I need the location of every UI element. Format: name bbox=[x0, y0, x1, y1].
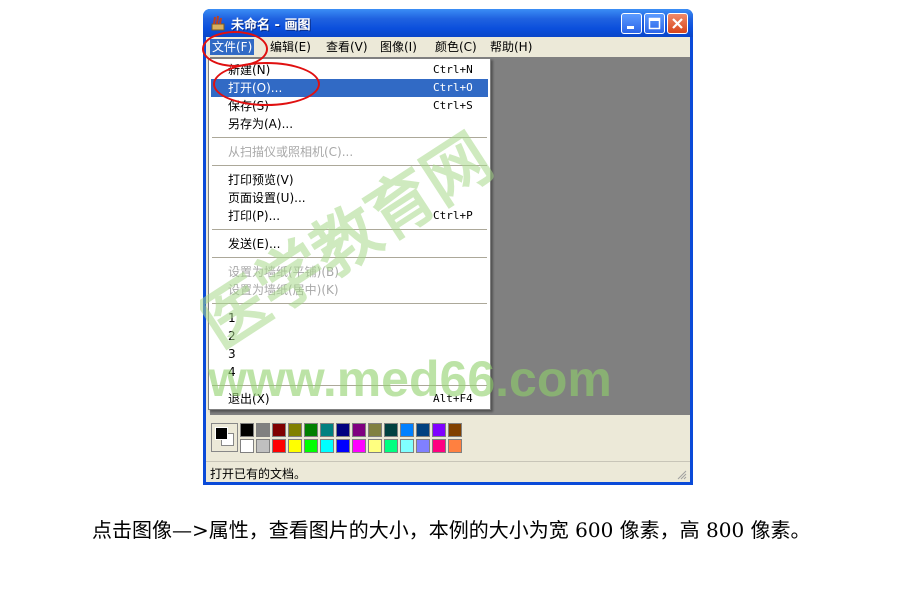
menu-item-exit[interactable]: 退出(X) Alt+F4 bbox=[211, 390, 488, 408]
menu-separator bbox=[212, 257, 487, 258]
menu-item-wallpaper-tile: 设置为墙纸(平铺)(B) bbox=[228, 265, 339, 279]
status-text: 打开已有的文档。 bbox=[210, 467, 307, 481]
menu-item-send[interactable]: 发送(E)... bbox=[211, 235, 488, 253]
maximize-button[interactable] bbox=[644, 13, 665, 34]
menu-separator bbox=[212, 303, 487, 304]
maximize-icon bbox=[648, 17, 661, 30]
caption-text: 点击图像—>属性，查看图片的大小，本例的大小为宽 600 像素，高 800 像素… bbox=[92, 518, 811, 542]
menu-colors[interactable]: 颜色(C) bbox=[433, 39, 479, 55]
close-button[interactable] bbox=[667, 13, 688, 34]
color-swatch[interactable] bbox=[384, 423, 398, 437]
annotation-circle-open-item bbox=[213, 62, 320, 106]
color-swatch[interactable] bbox=[352, 423, 366, 437]
resize-grip-icon[interactable] bbox=[675, 468, 687, 480]
current-colors[interactable] bbox=[211, 423, 238, 452]
color-swatch[interactable] bbox=[368, 423, 382, 437]
color-swatch[interactable] bbox=[416, 423, 430, 437]
color-swatch[interactable] bbox=[288, 439, 302, 453]
menu-separator bbox=[212, 229, 487, 230]
menu-item-print[interactable]: 打印(P)... Ctrl+P bbox=[211, 207, 488, 225]
color-swatch[interactable] bbox=[368, 439, 382, 453]
menu-separator bbox=[212, 165, 487, 166]
color-swatch[interactable] bbox=[384, 439, 398, 453]
menu-bar: 文件(F) 编辑(E) 查看(V) 图像(I) 颜色(C) 帮助(H) bbox=[206, 37, 690, 57]
menu-edit[interactable]: 编辑(E) bbox=[268, 39, 313, 55]
color-swatch[interactable] bbox=[336, 423, 350, 437]
color-swatch[interactable] bbox=[400, 439, 414, 453]
color-swatch[interactable] bbox=[272, 439, 286, 453]
color-swatch[interactable] bbox=[256, 439, 270, 453]
title-bar[interactable]: 未命名 - 画图 bbox=[203, 9, 693, 37]
menu-image[interactable]: 图像(I) bbox=[378, 39, 419, 55]
menu-item-page-setup[interactable]: 页面设置(U)... bbox=[211, 189, 488, 207]
menu-separator bbox=[212, 385, 487, 386]
minimize-icon bbox=[627, 26, 634, 29]
color-swatch[interactable] bbox=[256, 423, 270, 437]
menu-item-print-preview[interactable]: 打印预览(V) bbox=[211, 171, 488, 189]
window-title: 未命名 - 画图 bbox=[231, 18, 311, 33]
minimize-button[interactable] bbox=[621, 13, 642, 34]
color-swatch[interactable] bbox=[304, 439, 318, 453]
paint-app-icon bbox=[211, 15, 225, 31]
status-bar: 打开已有的文档。 bbox=[206, 461, 690, 482]
menu-item-wallpaper-center: 设置为墙纸(居中)(K) bbox=[228, 283, 339, 297]
color-swatch[interactable] bbox=[320, 439, 334, 453]
color-swatch[interactable] bbox=[288, 423, 302, 437]
color-swatch[interactable] bbox=[448, 423, 462, 437]
color-swatch[interactable] bbox=[240, 439, 254, 453]
menu-view[interactable]: 查看(V) bbox=[324, 39, 370, 55]
close-icon bbox=[672, 18, 683, 29]
color-swatch[interactable] bbox=[304, 423, 318, 437]
color-swatch[interactable] bbox=[352, 439, 366, 453]
menu-item-recent-2[interactable]: 2 bbox=[211, 327, 488, 345]
menu-help[interactable]: 帮助(H) bbox=[488, 39, 534, 55]
menu-separator bbox=[212, 137, 487, 138]
menu-item-recent-1[interactable]: 1 bbox=[211, 309, 488, 327]
color-swatch[interactable] bbox=[448, 439, 462, 453]
menu-item-save-as[interactable]: 另存为(A)... bbox=[211, 115, 488, 133]
menu-item-recent-4[interactable]: 4 bbox=[211, 363, 488, 381]
color-swatch[interactable] bbox=[240, 423, 254, 437]
color-swatch[interactable] bbox=[336, 439, 350, 453]
color-swatch[interactable] bbox=[432, 439, 446, 453]
color-swatch[interactable] bbox=[320, 423, 334, 437]
menu-item-scanner: 从扫描仪或照相机(C)... bbox=[228, 145, 354, 159]
foreground-color[interactable] bbox=[215, 427, 228, 440]
color-swatch[interactable] bbox=[400, 423, 414, 437]
file-menu-dropdown: 新建(N) Ctrl+N 打开(O)... Ctrl+O 保存(S) Ctrl+S 另… bbox=[208, 58, 491, 410]
color-swatch[interactable] bbox=[272, 423, 286, 437]
color-swatch[interactable] bbox=[416, 439, 430, 453]
menu-item-recent-3[interactable]: 3 bbox=[211, 345, 488, 363]
color-swatch[interactable] bbox=[432, 423, 446, 437]
